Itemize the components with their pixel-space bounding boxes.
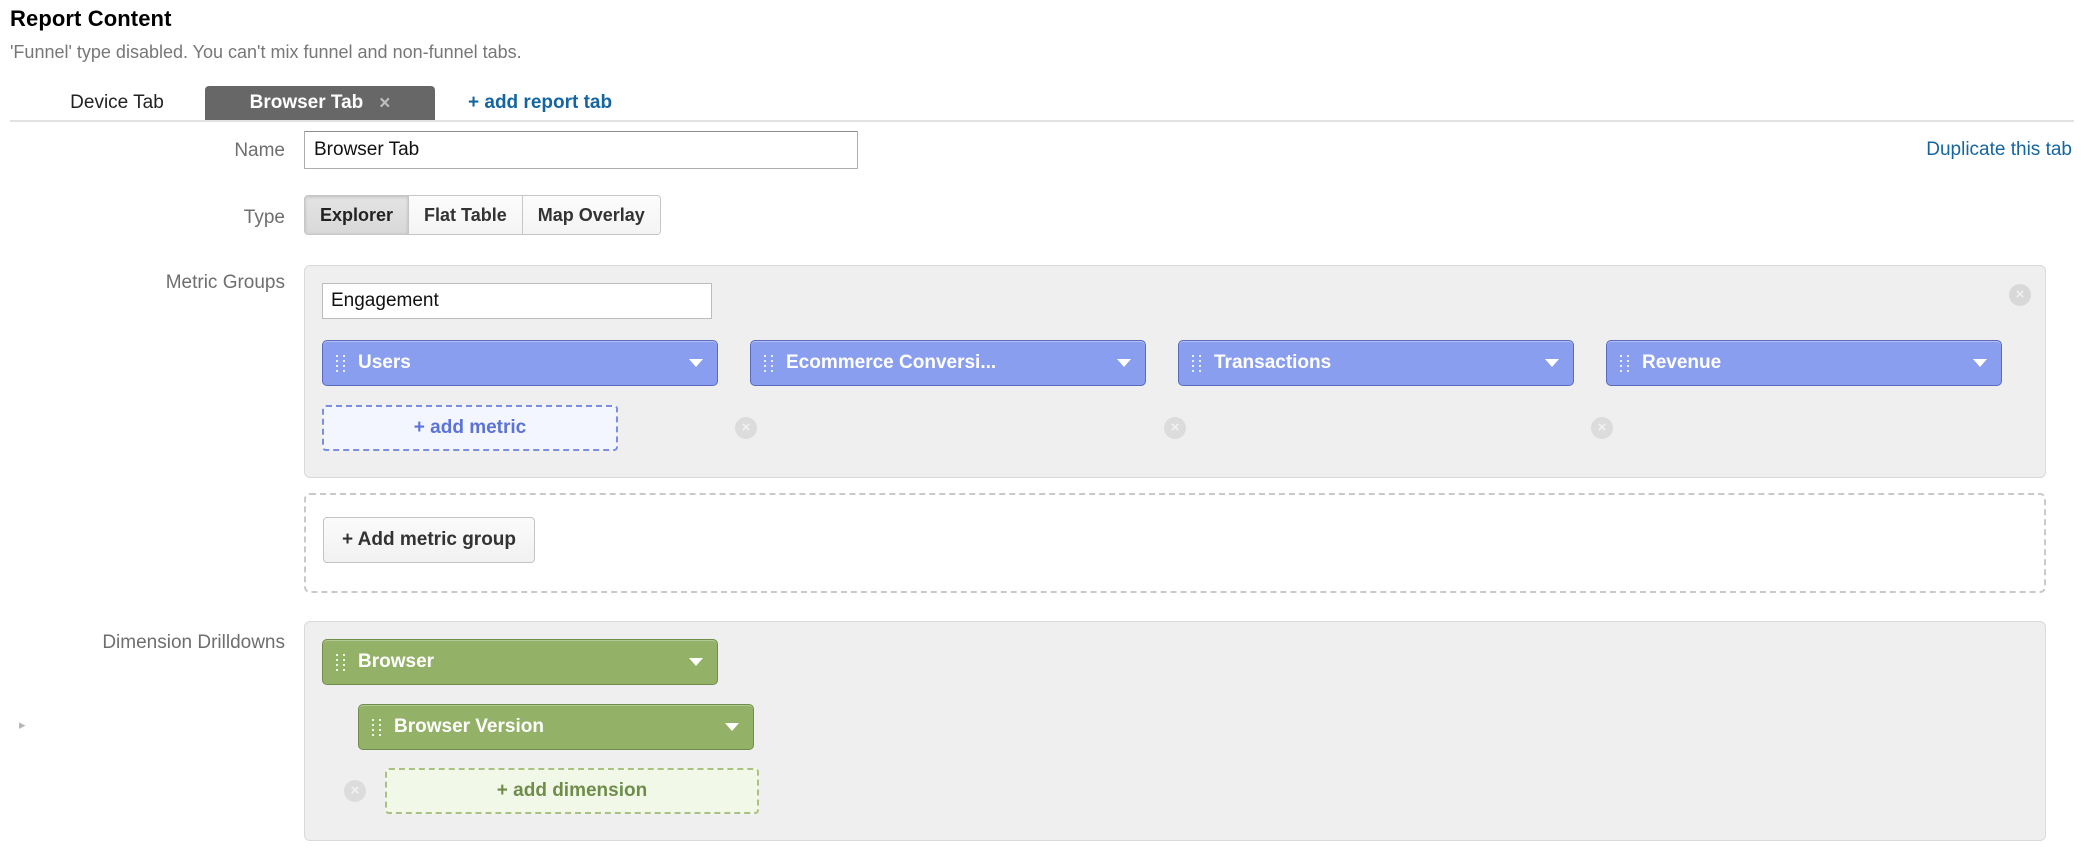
chevron-down-icon[interactable] [1545,359,1559,367]
metric-chip-users[interactable]: Users [322,340,718,386]
metric-chip-transactions[interactable]: Transactions [1178,340,1574,386]
report-content-page: Report Content 'Funnel' type disabled. Y… [0,0,2084,856]
dimension-chip-label: Browser Version [394,716,544,737]
dimension-chip-browser[interactable]: Browser [322,639,718,685]
tab-device-label: Device Tab [70,92,164,113]
dimension-chip-browser-version[interactable]: Browser Version [358,704,754,750]
metric-chip-label: Revenue [1642,352,1722,373]
remove-metric-icon[interactable]: × [735,417,757,439]
drag-handle-icon[interactable] [760,354,776,372]
tab-name-input[interactable] [304,131,858,169]
chevron-down-icon[interactable] [725,723,739,731]
metric-chip-ecommerce-conversion[interactable]: Ecommerce Conversi... [750,340,1146,386]
expand-dimension-icon[interactable]: ▸ [19,718,33,732]
duplicate-tab-link[interactable]: Duplicate this tab [1926,139,2072,161]
page-title: Report Content [10,6,172,31]
drag-handle-icon[interactable] [332,653,348,671]
tab-browser-label: Browser Tab [249,92,364,113]
add-report-tab-button[interactable]: + add report tab [468,86,612,120]
dimension-drilldowns-panel: Browser Browser Version + add dimension … [304,621,2046,841]
metric-chip-label: Users [358,352,411,373]
tab-strip-divider [10,120,2074,122]
type-segmented-control: Explorer Flat Table Map Overlay [304,195,661,235]
dimension-chip-label: Browser [358,651,435,672]
type-option-map-overlay[interactable]: Map Overlay [522,196,660,234]
type-label: Type [243,207,285,228]
drag-handle-icon[interactable] [1188,354,1204,372]
metric-chip-label: Ecommerce Conversi... [786,352,997,373]
add-metric-button[interactable]: + add metric [322,405,618,451]
metric-group-panel: × Users Ecommerce Conversi... Transactio… [304,265,2046,478]
metric-chip-label: Transactions [1214,352,1332,373]
metric-chip-revenue[interactable]: Revenue [1606,340,2002,386]
drag-handle-icon[interactable] [1616,354,1632,372]
metric-group-name-input[interactable] [322,283,712,319]
add-metric-group-panel: + Add metric group [304,493,2046,593]
chevron-down-icon[interactable] [1117,359,1131,367]
remove-metric-icon[interactable]: × [1164,417,1186,439]
name-label: Name [234,140,285,161]
report-tab-strip: Device Tab Browser Tab × + add report ta… [0,86,2084,122]
type-option-flat-table[interactable]: Flat Table [409,196,523,234]
page-subtitle: 'Funnel' type disabled. You can't mix fu… [10,42,522,62]
chevron-down-icon[interactable] [689,658,703,666]
chevron-down-icon[interactable] [689,359,703,367]
dimension-drilldowns-label: Dimension Drilldowns [102,632,285,653]
tab-device[interactable]: Device Tab [42,86,192,120]
drag-handle-icon[interactable] [368,718,384,736]
drag-handle-icon[interactable] [332,354,348,372]
add-dimension-button[interactable]: + add dimension [385,768,759,814]
chevron-down-icon[interactable] [1973,359,1987,367]
metric-groups-label: Metric Groups [165,272,285,293]
remove-metric-group-icon[interactable]: × [2009,284,2031,306]
type-option-explorer[interactable]: Explorer [305,196,410,234]
remove-dimension-icon[interactable]: × [344,780,366,802]
remove-metric-icon[interactable]: × [1591,417,1613,439]
tab-browser[interactable]: Browser Tab × [205,86,435,120]
close-icon[interactable]: × [379,94,390,113]
add-metric-group-button[interactable]: + Add metric group [323,517,536,563]
